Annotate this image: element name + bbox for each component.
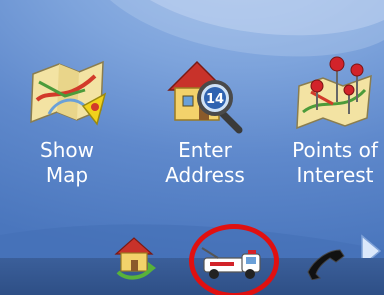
tow-truck-icon[interactable] [198,244,270,284]
map-pins-icon [296,56,372,130]
phone-icon[interactable] [304,246,346,280]
enter-address-button[interactable]: 14 Enter Address [146,52,264,202]
map-flag-icon [30,60,107,126]
show-map-label: Show Map [40,138,94,187]
house-magnifier-icon: 14 [167,60,243,134]
home-arrow-icon[interactable] [112,232,158,282]
main-menu-screen: Show Map 14 Enter Address Points of Inte… [0,0,384,295]
points-of-interest-button[interactable]: Points of Interest [276,52,384,202]
show-map-button[interactable]: Show Map [8,52,126,202]
address-number-badge: 14 [206,92,224,107]
points-of-interest-label: Points of Interest [292,138,378,187]
enter-address-label: Enter Address [165,138,245,187]
